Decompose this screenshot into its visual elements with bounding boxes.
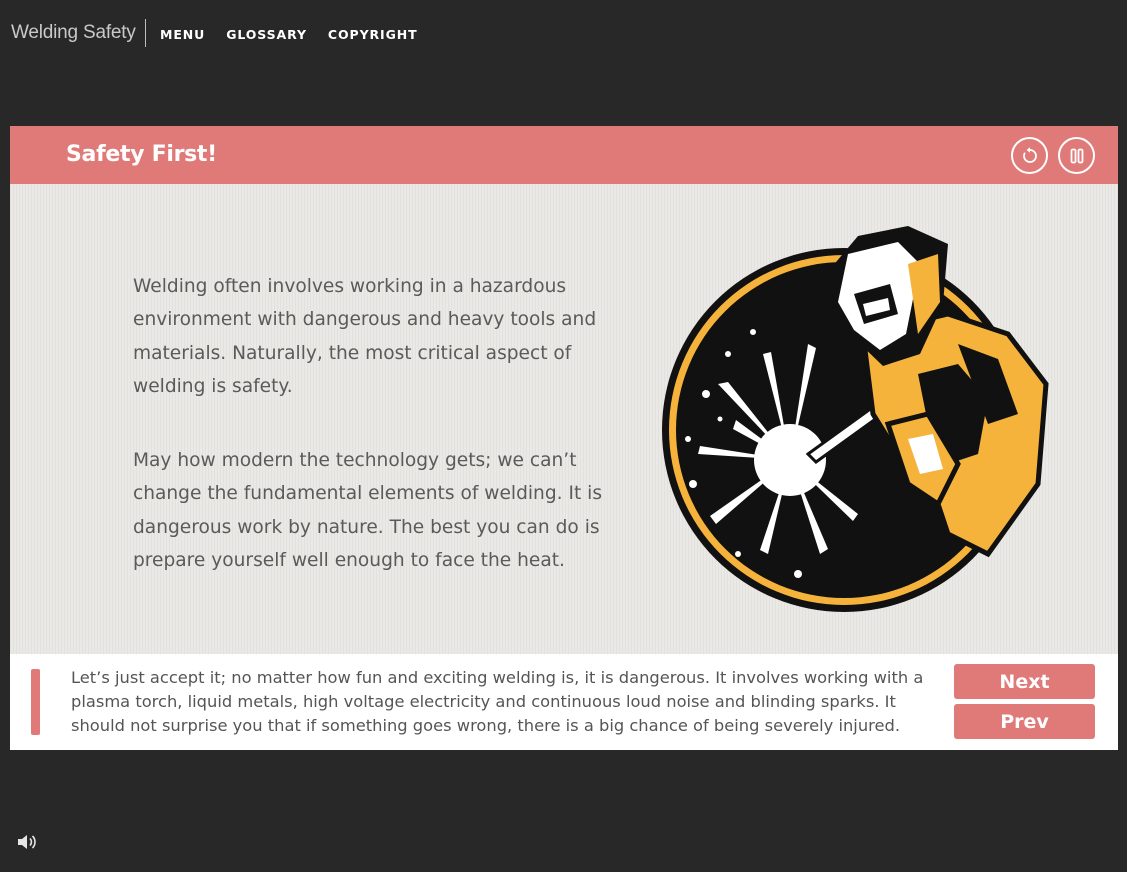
slide-header: Safety First! bbox=[10, 126, 1118, 184]
body-text: Welding often involves working in a haza… bbox=[133, 270, 623, 577]
main-nav: MENU GLOSSARY COPYRIGHT bbox=[160, 27, 418, 42]
pause-button[interactable] bbox=[1058, 137, 1095, 174]
slide-panel: Safety First! Welding often involves wor… bbox=[10, 126, 1118, 750]
narration-text: Let’s just accept it; no matter how fun … bbox=[71, 668, 924, 735]
top-bar: Welding Safety MENU GLOSSARY COPYRIGHT bbox=[0, 0, 1127, 68]
nav-glossary[interactable]: GLOSSARY bbox=[226, 27, 307, 42]
prev-button[interactable]: Prev bbox=[954, 704, 1095, 739]
pause-icon bbox=[1070, 148, 1083, 163]
narration-footer: Let’s just accept it; no matter how fun … bbox=[10, 654, 1118, 750]
volume-icon[interactable] bbox=[16, 832, 38, 852]
narration-accent-bar bbox=[31, 669, 40, 735]
nav-menu[interactable]: MENU bbox=[160, 27, 205, 42]
slide-body: Welding often involves working in a haza… bbox=[10, 184, 1118, 654]
title-divider bbox=[145, 19, 146, 47]
app-title: Welding Safety bbox=[11, 22, 136, 43]
next-button[interactable]: Next bbox=[954, 664, 1095, 699]
replay-button[interactable] bbox=[1011, 137, 1048, 174]
body-paragraph-2: May how modern the technology gets; we c… bbox=[133, 450, 603, 572]
replay-icon bbox=[1022, 146, 1037, 163]
slide-title: Safety First! bbox=[66, 142, 217, 167]
welder-icon bbox=[662, 226, 1049, 612]
body-paragraph-1: Welding often involves working in a haza… bbox=[133, 276, 597, 397]
nav-copyright[interactable]: COPYRIGHT bbox=[328, 27, 418, 42]
